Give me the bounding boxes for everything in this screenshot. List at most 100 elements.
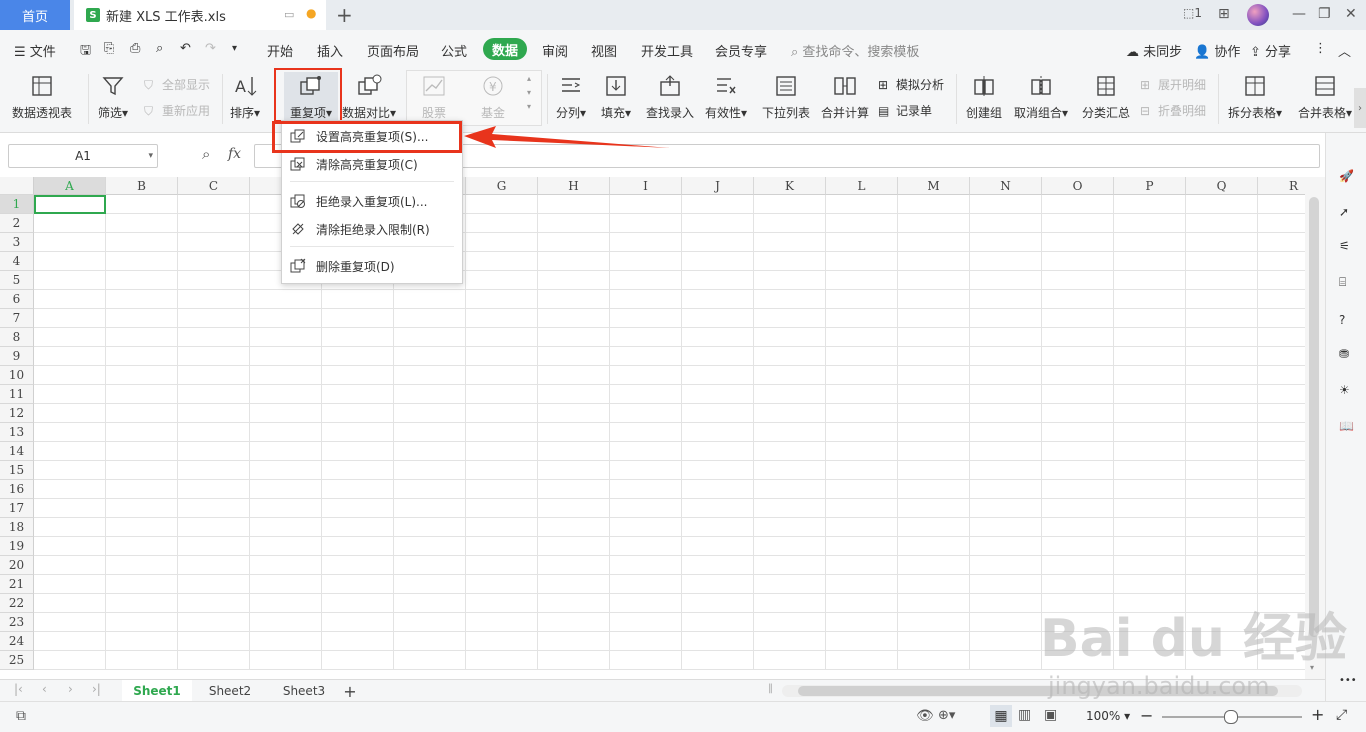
macro-record-icon[interactable]: ⧉	[16, 708, 26, 724]
menu-review[interactable]: 审阅	[542, 41, 568, 60]
filter-button[interactable]: 筛选▾	[98, 74, 128, 121]
add-sheet-button[interactable]: +	[340, 680, 360, 702]
tab-document[interactable]: S 新建 XLS 工作表.xls ▭ ●	[74, 0, 326, 30]
clear-highlight-duplicates-item[interactable]: 清除高亮重复项(C)	[282, 151, 462, 177]
menu-formula[interactable]: 公式	[441, 41, 467, 60]
validity-button[interactable]: 有效性▾	[705, 74, 747, 121]
first-sheet-icon[interactable]: |‹	[14, 682, 23, 696]
sheet-tab-2[interactable]: Sheet2	[196, 680, 264, 702]
fullscreen-icon[interactable]: ⤢	[1336, 707, 1347, 723]
clip-icon[interactable]: ⌸	[1339, 275, 1355, 291]
new-tab-button[interactable]: +	[336, 3, 353, 27]
tab-count-icon[interactable]: ⬚1	[1183, 6, 1202, 20]
merge-table-button[interactable]: 合并表格▾	[1298, 74, 1352, 121]
share-button[interactable]: ⇪ 分享	[1250, 41, 1291, 60]
row-header[interactable]: 8	[0, 328, 34, 347]
column-header[interactable]: N	[970, 177, 1042, 195]
column-header[interactable]: Q	[1186, 177, 1258, 195]
zoom-slider[interactable]	[1162, 710, 1302, 724]
sheet-tab-1[interactable]: Sheet1	[122, 680, 192, 702]
column-header[interactable]: L	[826, 177, 898, 195]
row-header[interactable]: 4	[0, 252, 34, 271]
export-icon[interactable]: ⎘	[104, 41, 114, 56]
fund-button[interactable]: ¥ 基金	[480, 74, 506, 121]
row-header[interactable]: 11	[0, 385, 34, 404]
row-header[interactable]: 3	[0, 233, 34, 252]
row-header[interactable]: 12	[0, 404, 34, 423]
split-table-button[interactable]: 拆分表格▾	[1228, 74, 1282, 121]
sliders-icon[interactable]: ⚟	[1339, 239, 1355, 255]
row-header[interactable]: 24	[0, 632, 34, 651]
row-header[interactable]: 5	[0, 271, 34, 290]
menu-page-layout[interactable]: 页面布局	[367, 41, 419, 60]
menu-member[interactable]: 会员专享	[715, 41, 767, 60]
row-header[interactable]: 2	[0, 214, 34, 233]
column-header[interactable]: P	[1114, 177, 1186, 195]
delete-duplicates-item[interactable]: 删除重复项(D)	[282, 253, 462, 279]
expand-detail-button[interactable]: ⊞ 展开明细	[1140, 76, 1206, 93]
zoom-slider-thumb[interactable]	[1224, 710, 1238, 724]
help-icon[interactable]: ?	[1339, 313, 1355, 329]
menu-developer[interactable]: 开发工具	[641, 41, 693, 60]
tab-home[interactable]: 首页	[0, 0, 70, 30]
what-if-button[interactable]: ⊞ 模拟分析	[878, 76, 944, 93]
column-header[interactable]: R	[1258, 177, 1305, 195]
print-icon[interactable]: ⎙	[130, 41, 140, 56]
page-break-view-icon[interactable]: ▣	[1044, 707, 1057, 723]
dropdown-list-button[interactable]: 下拉列表	[762, 74, 810, 121]
backup-icon[interactable]: ⛃	[1339, 347, 1355, 363]
row-header[interactable]: 16	[0, 480, 34, 499]
name-box[interactable]: A1 ▾	[8, 144, 158, 168]
book-icon[interactable]: 📖	[1339, 419, 1355, 435]
column-header[interactable]: C	[178, 177, 250, 195]
menu-data-active[interactable]: 数据	[483, 38, 527, 60]
menu-start[interactable]: 开始	[267, 41, 293, 60]
sort-button[interactable]: A 排序▾	[230, 74, 260, 121]
prev-sheet-icon[interactable]: ‹	[42, 682, 47, 696]
lookup-entry-button[interactable]: 查找录入	[646, 74, 694, 121]
crosshair-icon[interactable]: ⊕▾	[938, 708, 955, 723]
normal-view-icon[interactable]: ▦	[990, 705, 1012, 727]
row-header[interactable]: 23	[0, 613, 34, 632]
record-form-button[interactable]: ▤ 记录单	[878, 102, 932, 119]
column-header[interactable]: A	[34, 177, 106, 195]
row-header[interactable]: 21	[0, 575, 34, 594]
collapse-ribbon-icon[interactable]: ︿	[1338, 41, 1351, 60]
preview-icon[interactable]: ⌕	[156, 41, 163, 56]
row-header[interactable]: 20	[0, 556, 34, 575]
rocket-icon[interactable]: 🚀	[1339, 169, 1355, 185]
row-header[interactable]: 22	[0, 594, 34, 613]
row-header[interactable]: 13	[0, 423, 34, 442]
undo-icon[interactable]: ↶	[180, 41, 191, 56]
subtotal-button[interactable]: 分类汇总	[1082, 74, 1130, 121]
column-header[interactable]: O	[1042, 177, 1114, 195]
row-header[interactable]: 19	[0, 537, 34, 556]
redo-icon[interactable]: ↷	[205, 41, 216, 56]
page-layout-view-icon[interactable]: ▥	[1018, 707, 1031, 723]
consolidate-button[interactable]: 合并计算	[821, 74, 869, 121]
eye-protect-icon[interactable]: 👁	[916, 708, 934, 724]
zoom-out-button[interactable]: −	[1140, 706, 1153, 725]
sheet-tab-3[interactable]: Sheet3	[270, 680, 338, 702]
row-header[interactable]: 25	[0, 651, 34, 670]
zoom-level[interactable]: 100% ▾	[1086, 709, 1130, 723]
column-header[interactable]: I	[610, 177, 682, 195]
stock-button[interactable]: 股票	[421, 74, 447, 121]
name-box-dropdown-icon[interactable]: ▾	[148, 151, 153, 161]
menu-insert[interactable]: 插入	[317, 41, 343, 60]
column-header[interactable]: K	[754, 177, 826, 195]
next-sheet-icon[interactable]: ›	[68, 682, 73, 696]
more-dots-icon[interactable]: •••	[1339, 675, 1357, 691]
file-menu[interactable]: ☰ 文件	[14, 41, 56, 60]
apps-grid-icon[interactable]: ⊞	[1218, 6, 1230, 22]
ribbon-scroll-right-icon[interactable]: ›	[1354, 88, 1366, 128]
column-header[interactable]: H	[538, 177, 610, 195]
save-icon[interactable]: 🖫	[80, 41, 91, 63]
restore-icon[interactable]: ❐	[1318, 6, 1331, 22]
select-all-corner[interactable]	[0, 177, 34, 195]
row-header[interactable]: 15	[0, 461, 34, 480]
row-header[interactable]: 18	[0, 518, 34, 537]
avatar[interactable]	[1247, 4, 1269, 26]
more-icon[interactable]: ⋮	[1314, 41, 1327, 56]
data-compare-button[interactable]: 数据对比▾	[342, 74, 396, 121]
